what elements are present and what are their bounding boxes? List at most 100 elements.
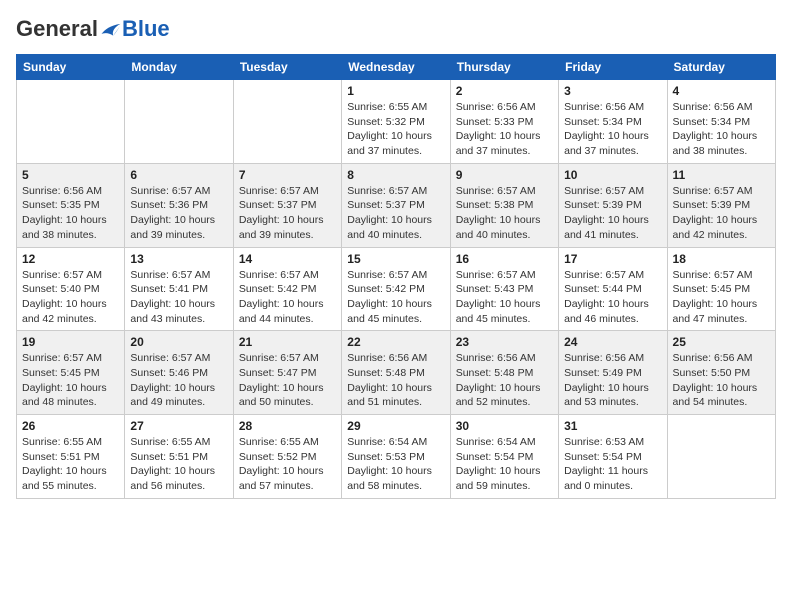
day-cell-w1-d2 <box>125 80 233 164</box>
day-number: 1 <box>347 84 444 98</box>
calendar-header-row: Sunday Monday Tuesday Wednesday Thursday… <box>17 55 776 80</box>
col-thursday: Thursday <box>450 55 558 80</box>
day-info: Sunrise: 6:57 AM Sunset: 5:44 PM Dayligh… <box>564 268 661 327</box>
day-info: Sunrise: 6:57 AM Sunset: 5:46 PM Dayligh… <box>130 351 227 410</box>
day-number: 18 <box>673 252 770 266</box>
day-number: 25 <box>673 335 770 349</box>
day-info: Sunrise: 6:57 AM Sunset: 5:45 PM Dayligh… <box>673 268 770 327</box>
day-number: 15 <box>347 252 444 266</box>
logo-general-text: General <box>16 16 98 42</box>
day-cell-w1-d7: 4 Sunrise: 6:56 AM Sunset: 5:34 PM Daylig… <box>667 80 775 164</box>
day-cell-w5-d5: 30Sunrise: 6:54 AM Sunset: 5:54 PM Dayli… <box>450 415 558 499</box>
day-number: 24 <box>564 335 661 349</box>
day-cell-w3-d2: 13 Sunrise: 6:57 AM Sunset: 5:41 PM Dayli… <box>125 247 233 331</box>
day-info: Sunrise: 6:57 AM Sunset: 5:45 PM Dayligh… <box>22 351 119 410</box>
week-row-4: 19 Sunrise: 6:57 AM Sunset: 5:45 PM Dayli… <box>17 331 776 415</box>
day-info: Sunrise: 6:57 AM Sunset: 5:36 PM Dayligh… <box>130 184 227 243</box>
week-row-3: 12Sunrise: 6:57 AM Sunset: 5:40 PM Dayli… <box>17 247 776 331</box>
day-number: 12 <box>22 252 119 266</box>
col-sunday: Sunday <box>17 55 125 80</box>
week-row-1: 1 Sunrise: 6:55 AM Sunset: 5:32 PM Daylig… <box>17 80 776 164</box>
col-tuesday: Tuesday <box>233 55 341 80</box>
day-info: Sunrise: 6:54 AM Sunset: 5:54 PM Dayligh… <box>456 435 553 494</box>
calendar-table: Sunday Monday Tuesday Wednesday Thursday… <box>16 54 776 499</box>
week-row-5: 26 Sunrise: 6:55 AM Sunset: 5:51 PM Dayli… <box>17 415 776 499</box>
day-info: Sunrise: 6:57 AM Sunset: 5:42 PM Dayligh… <box>347 268 444 327</box>
day-cell-w2-d5: 9 Sunrise: 6:57 AM Sunset: 5:38 PM Daylig… <box>450 163 558 247</box>
day-number: 14 <box>239 252 336 266</box>
day-number: 2 <box>456 84 553 98</box>
day-info: Sunrise: 6:55 AM Sunset: 5:51 PM Dayligh… <box>22 435 119 494</box>
day-info: Sunrise: 6:56 AM Sunset: 5:50 PM Dayligh… <box>673 351 770 410</box>
day-number: 5 <box>22 168 119 182</box>
day-info: Sunrise: 6:55 AM Sunset: 5:32 PM Dayligh… <box>347 100 444 159</box>
day-cell-w4-d6: 24 Sunrise: 6:56 AM Sunset: 5:49 PM Dayli… <box>559 331 667 415</box>
day-cell-w2-d1: 5Sunrise: 6:56 AM Sunset: 5:35 PM Daylig… <box>17 163 125 247</box>
logo-bird-icon <box>100 20 122 38</box>
col-saturday: Saturday <box>667 55 775 80</box>
day-cell-w5-d7 <box>667 415 775 499</box>
day-number: 10 <box>564 168 661 182</box>
day-cell-w2-d4: 8 Sunrise: 6:57 AM Sunset: 5:37 PM Daylig… <box>342 163 450 247</box>
day-number: 8 <box>347 168 444 182</box>
day-number: 4 <box>673 84 770 98</box>
day-cell-w4-d4: 22 Sunrise: 6:56 AM Sunset: 5:48 PM Dayli… <box>342 331 450 415</box>
day-info: Sunrise: 6:57 AM Sunset: 5:37 PM Dayligh… <box>347 184 444 243</box>
day-number: 19 <box>22 335 119 349</box>
week-row-2: 5Sunrise: 6:56 AM Sunset: 5:35 PM Daylig… <box>17 163 776 247</box>
day-number: 17 <box>564 252 661 266</box>
day-number: 21 <box>239 335 336 349</box>
day-cell-w3-d6: 17 Sunrise: 6:57 AM Sunset: 5:44 PM Dayli… <box>559 247 667 331</box>
day-info: Sunrise: 6:57 AM Sunset: 5:37 PM Dayligh… <box>239 184 336 243</box>
day-info: Sunrise: 6:57 AM Sunset: 5:41 PM Dayligh… <box>130 268 227 327</box>
col-wednesday: Wednesday <box>342 55 450 80</box>
day-info: Sunrise: 6:53 AM Sunset: 5:54 PM Dayligh… <box>564 435 661 494</box>
page-header: General Blue <box>16 16 776 42</box>
logo-blue-text: Blue <box>122 16 170 42</box>
day-number: 13 <box>130 252 227 266</box>
day-number: 22 <box>347 335 444 349</box>
day-cell-w3-d7: 18 Sunrise: 6:57 AM Sunset: 5:45 PM Dayli… <box>667 247 775 331</box>
day-cell-w2-d3: 7 Sunrise: 6:57 AM Sunset: 5:37 PM Daylig… <box>233 163 341 247</box>
day-info: Sunrise: 6:55 AM Sunset: 5:52 PM Dayligh… <box>239 435 336 494</box>
day-info: Sunrise: 6:56 AM Sunset: 5:48 PM Dayligh… <box>347 351 444 410</box>
day-cell-w1-d6: 3 Sunrise: 6:56 AM Sunset: 5:34 PM Daylig… <box>559 80 667 164</box>
day-number: 16 <box>456 252 553 266</box>
day-cell-w5-d3: 28 Sunrise: 6:55 AM Sunset: 5:52 PM Dayli… <box>233 415 341 499</box>
day-cell-w2-d6: 10Sunrise: 6:57 AM Sunset: 5:39 PM Dayli… <box>559 163 667 247</box>
day-number: 20 <box>130 335 227 349</box>
logo: General Blue <box>16 16 170 42</box>
day-cell-w1-d5: 2Sunrise: 6:56 AM Sunset: 5:33 PM Daylig… <box>450 80 558 164</box>
day-number: 31 <box>564 419 661 433</box>
day-info: Sunrise: 6:57 AM Sunset: 5:47 PM Dayligh… <box>239 351 336 410</box>
day-info: Sunrise: 6:56 AM Sunset: 5:34 PM Dayligh… <box>564 100 661 159</box>
day-cell-w2-d2: 6Sunrise: 6:57 AM Sunset: 5:36 PM Daylig… <box>125 163 233 247</box>
day-cell-w4-d5: 23 Sunrise: 6:56 AM Sunset: 5:48 PM Dayli… <box>450 331 558 415</box>
day-number: 3 <box>564 84 661 98</box>
day-cell-w4-d7: 25 Sunrise: 6:56 AM Sunset: 5:50 PM Dayli… <box>667 331 775 415</box>
day-cell-w3-d1: 12Sunrise: 6:57 AM Sunset: 5:40 PM Dayli… <box>17 247 125 331</box>
day-info: Sunrise: 6:56 AM Sunset: 5:49 PM Dayligh… <box>564 351 661 410</box>
day-cell-w1-d1 <box>17 80 125 164</box>
day-number: 27 <box>130 419 227 433</box>
day-info: Sunrise: 6:56 AM Sunset: 5:48 PM Dayligh… <box>456 351 553 410</box>
day-cell-w1-d3 <box>233 80 341 164</box>
day-number: 11 <box>673 168 770 182</box>
day-number: 9 <box>456 168 553 182</box>
day-cell-w1-d4: 1 Sunrise: 6:55 AM Sunset: 5:32 PM Daylig… <box>342 80 450 164</box>
day-info: Sunrise: 6:57 AM Sunset: 5:38 PM Dayligh… <box>456 184 553 243</box>
day-number: 7 <box>239 168 336 182</box>
day-cell-w4-d1: 19 Sunrise: 6:57 AM Sunset: 5:45 PM Dayli… <box>17 331 125 415</box>
day-number: 26 <box>22 419 119 433</box>
day-cell-w3-d4: 15 Sunrise: 6:57 AM Sunset: 5:42 PM Dayli… <box>342 247 450 331</box>
day-cell-w5-d2: 27Sunrise: 6:55 AM Sunset: 5:51 PM Dayli… <box>125 415 233 499</box>
calendar-body: 1 Sunrise: 6:55 AM Sunset: 5:32 PM Daylig… <box>17 80 776 499</box>
day-cell-w4-d3: 21 Sunrise: 6:57 AM Sunset: 5:47 PM Dayli… <box>233 331 341 415</box>
day-cell-w3-d3: 14Sunrise: 6:57 AM Sunset: 5:42 PM Dayli… <box>233 247 341 331</box>
day-cell-w2-d7: 11Sunrise: 6:57 AM Sunset: 5:39 PM Dayli… <box>667 163 775 247</box>
day-number: 28 <box>239 419 336 433</box>
day-info: Sunrise: 6:56 AM Sunset: 5:34 PM Dayligh… <box>673 100 770 159</box>
day-info: Sunrise: 6:54 AM Sunset: 5:53 PM Dayligh… <box>347 435 444 494</box>
day-number: 23 <box>456 335 553 349</box>
col-monday: Monday <box>125 55 233 80</box>
